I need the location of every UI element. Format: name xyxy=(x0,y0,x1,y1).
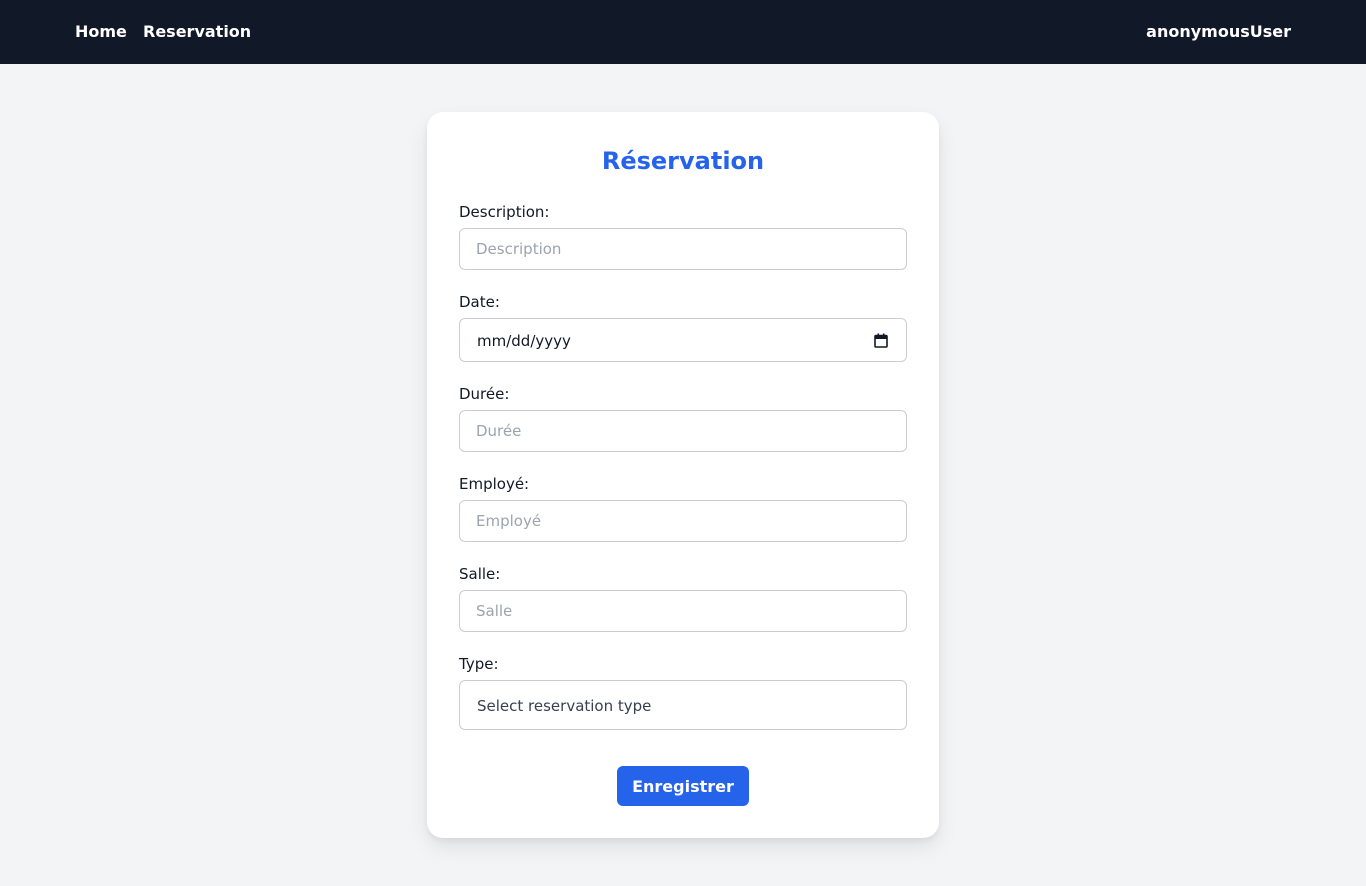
nav-user-name[interactable]: anonymousUser xyxy=(1146,22,1291,42)
description-label: Description: xyxy=(459,203,550,221)
duree-input[interactable] xyxy=(459,410,907,452)
description-input[interactable] xyxy=(459,228,907,270)
top-navbar: Home Reservation anonymousUser xyxy=(0,0,1366,64)
salle-label: Salle: xyxy=(459,565,501,583)
type-select-value: Select reservation type xyxy=(477,697,652,715)
duree-label: Durée: xyxy=(459,385,510,403)
form-title: Réservation xyxy=(601,147,765,175)
salle-input[interactable] xyxy=(459,590,907,632)
employe-label: Employé: xyxy=(459,475,530,493)
submit-button[interactable]: Enregistrer xyxy=(617,766,749,806)
type-select[interactable]: Select reservation type xyxy=(459,680,907,730)
calendar-icon[interactable] xyxy=(874,333,888,348)
nav-link-home[interactable]: Home xyxy=(75,22,127,42)
reservation-form-card: Réservation Description: Date: mm/dd/yyy… xyxy=(427,112,939,838)
date-input-value: mm/dd/yyyy xyxy=(477,332,571,350)
nav-link-reservation[interactable]: Reservation xyxy=(143,22,251,42)
date-input[interactable]: mm/dd/yyyy xyxy=(459,318,907,362)
type-label: Type: xyxy=(459,655,499,673)
employe-input[interactable] xyxy=(459,500,907,542)
date-label: Date: xyxy=(459,293,500,311)
